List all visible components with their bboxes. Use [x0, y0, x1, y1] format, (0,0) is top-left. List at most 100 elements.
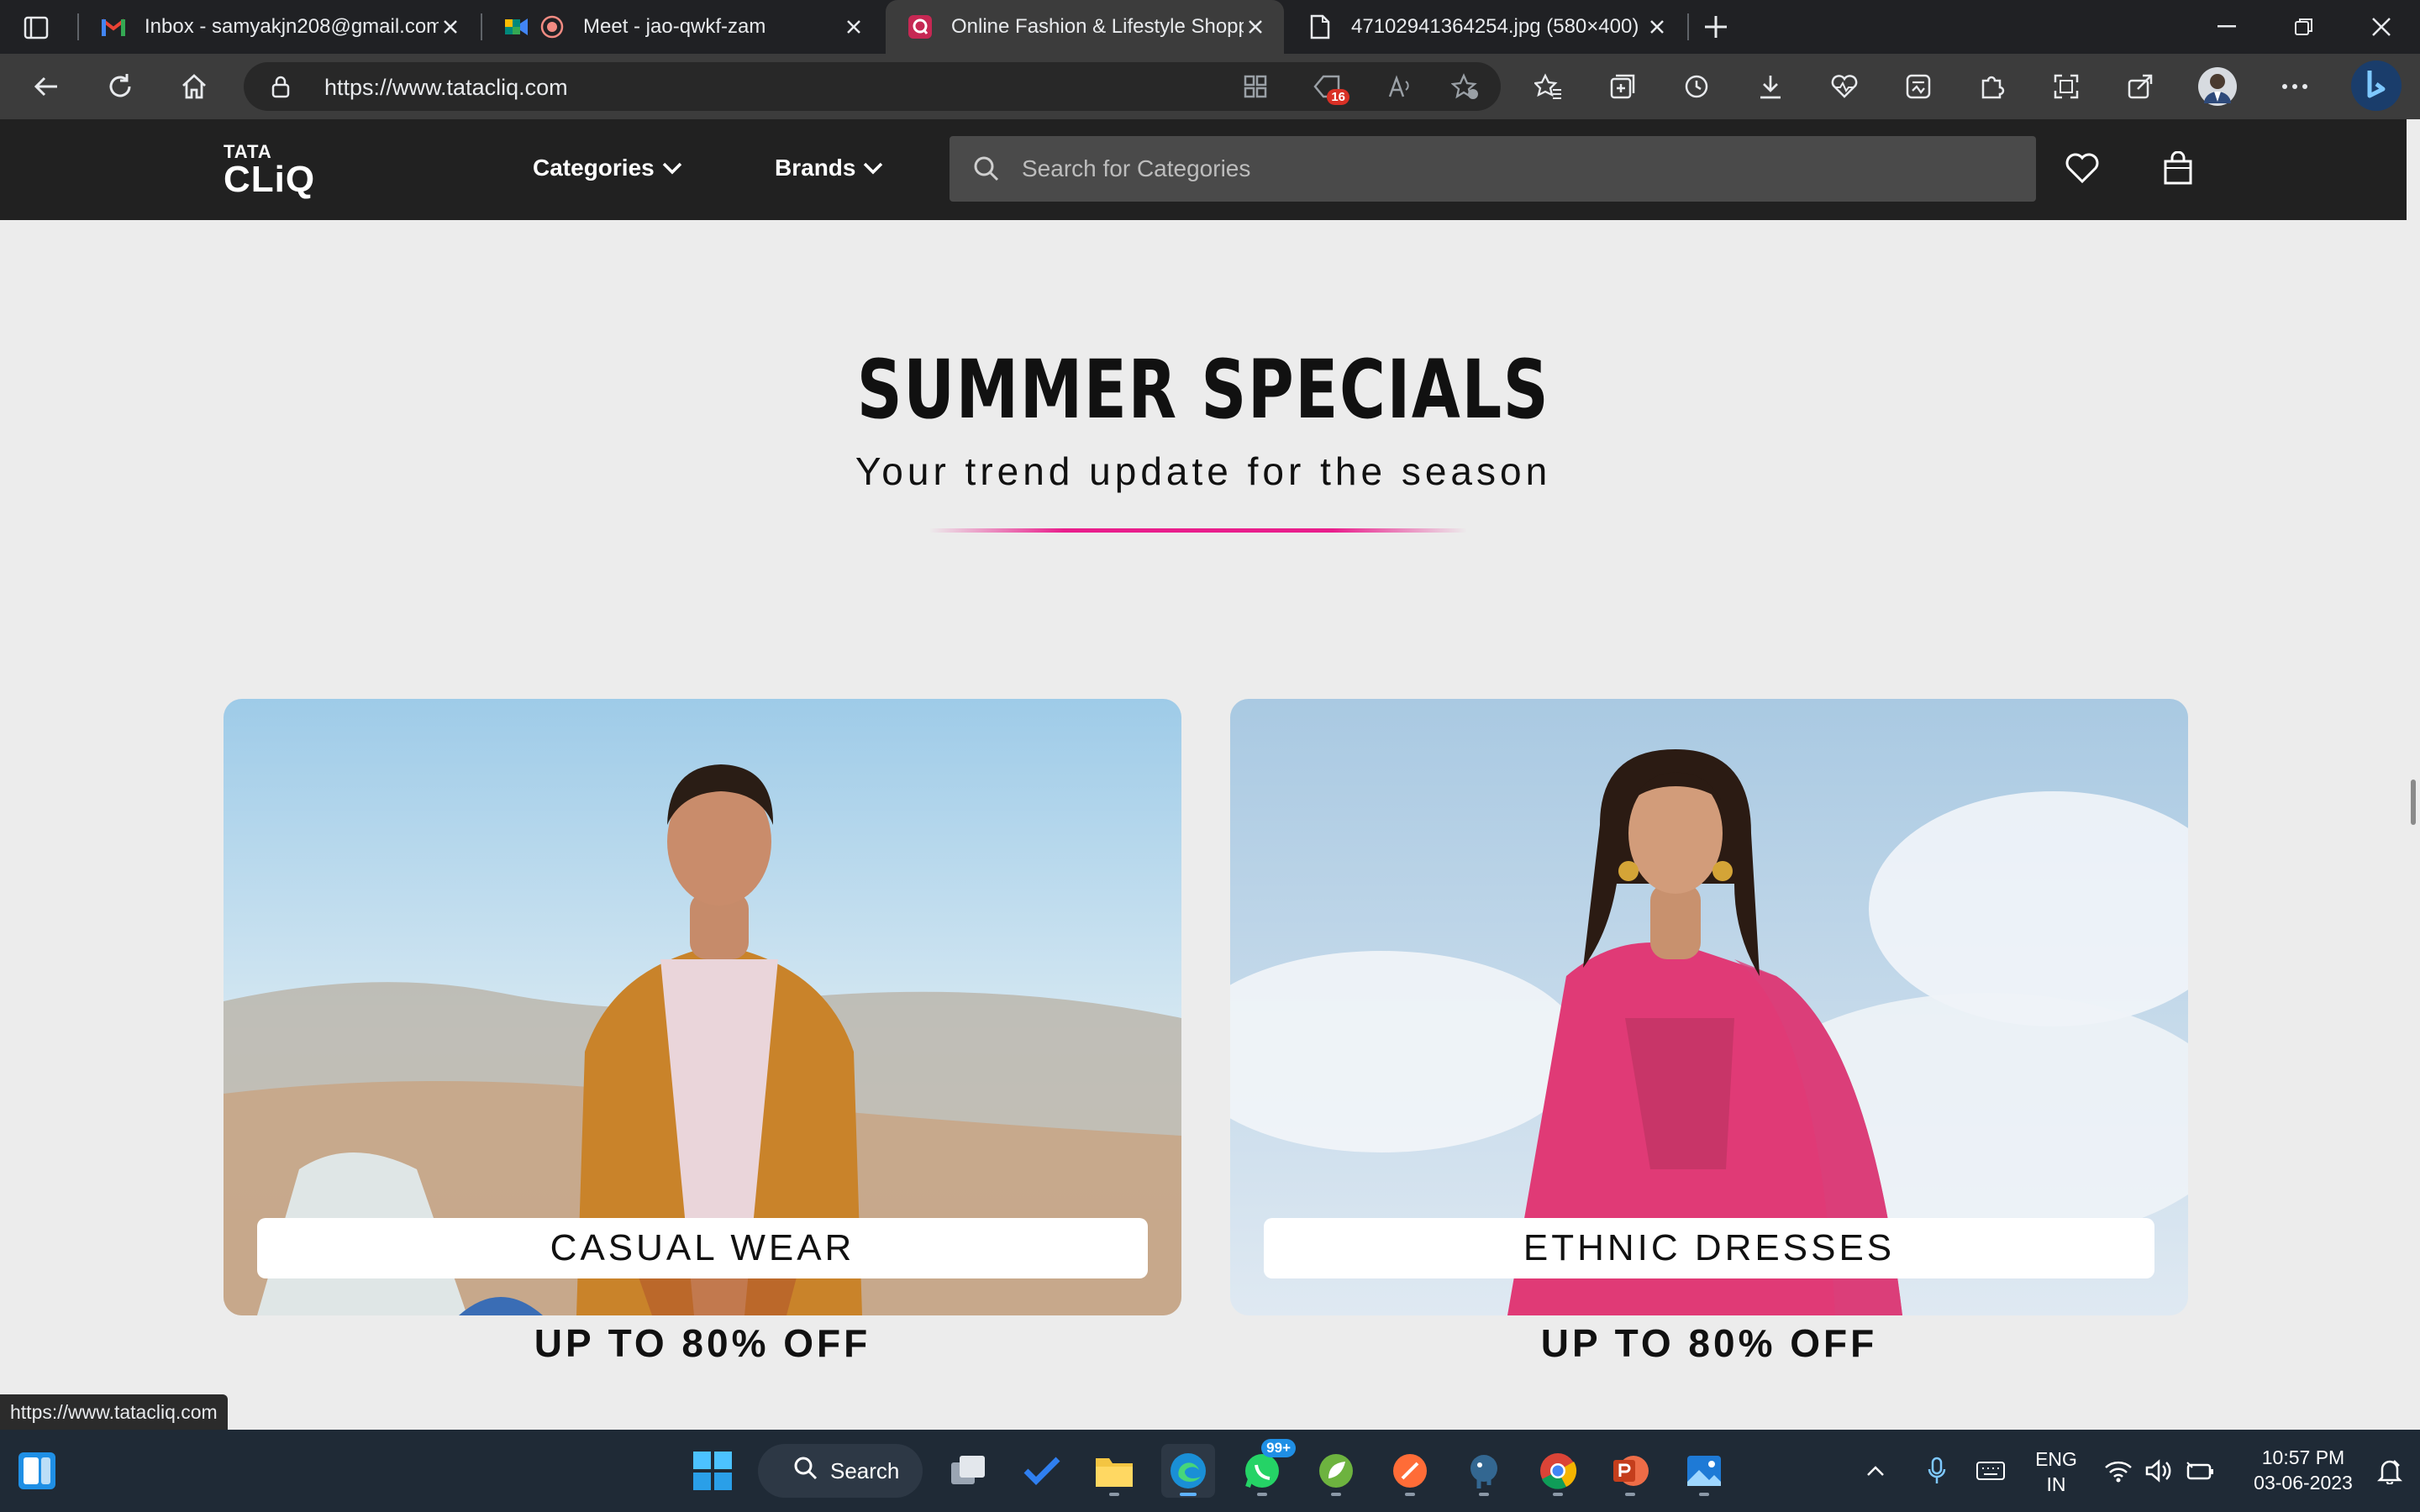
read-aloud-icon[interactable]: [1380, 66, 1420, 107]
favorites-icon[interactable]: [1528, 66, 1570, 108]
status-bar-url: https://www.tatacliq.com: [0, 1394, 228, 1430]
running-indicator: [1257, 1493, 1267, 1496]
start-button[interactable]: [686, 1444, 739, 1498]
tab-meet[interactable]: Meet - jao-qwkf-zam: [482, 0, 882, 54]
tab-actions-icon[interactable]: [22, 13, 50, 42]
page-scrollbar[interactable]: [2407, 119, 2420, 1430]
ethnic-dresses-card[interactable]: ETHNIC DRESSES: [1230, 699, 2188, 1315]
page-content: SUMMER SPECIALS Your trend update for th…: [0, 220, 2407, 1430]
edge-taskbar-icon[interactable]: [1161, 1444, 1215, 1498]
close-tab-icon[interactable]: [842, 15, 865, 39]
bing-chat-icon[interactable]: [2349, 59, 2403, 113]
google-meet-icon: [504, 14, 529, 39]
collections-badge: 16: [1327, 89, 1349, 105]
tab-title: 47102941364254.jpg (580×400): [1351, 15, 1639, 38]
home-button[interactable]: [173, 66, 215, 108]
chrome-icon[interactable]: [1531, 1444, 1585, 1498]
promo-title: SUMMER SPECIALS: [856, 343, 1550, 437]
casual-wear-card[interactable]: CASUAL WEAR: [224, 699, 1181, 1315]
close-tab-icon[interactable]: [439, 15, 462, 39]
screenshot-icon[interactable]: [2045, 66, 2087, 108]
todo-icon[interactable]: [1015, 1444, 1069, 1498]
browser-tab-strip: Inbox - samyakjn208@gmail.com Meet - jao…: [0, 0, 2420, 54]
clock-date: 03-06-2023: [2254, 1472, 2353, 1494]
tab-tatacliq[interactable]: Online Fashion & Lifestyle Shopping: [886, 0, 1284, 54]
extensions-icon[interactable]: [1971, 66, 2013, 108]
close-tab-icon[interactable]: [1645, 15, 1669, 39]
shopping-coupons-icon[interactable]: 16: [1307, 66, 1349, 107]
running-indicator: [1699, 1493, 1709, 1496]
task-view-icon[interactable]: [941, 1444, 995, 1498]
language-indicator[interactable]: ENG IN: [2027, 1446, 2086, 1497]
wishlist-heart-icon[interactable]: [2059, 144, 2106, 192]
running-indicator: [1479, 1493, 1489, 1496]
collections-icon[interactable]: [1602, 66, 1644, 108]
tab-gmail[interactable]: Inbox - samyakjn208@gmail.com: [79, 0, 479, 54]
search-input[interactable]: [1022, 136, 2013, 202]
language-line-2: IN: [2046, 1473, 2066, 1495]
history-icon[interactable]: [1676, 66, 1718, 108]
downloads-icon[interactable]: [1749, 66, 1791, 108]
battery-icon[interactable]: [2180, 1444, 2222, 1498]
new-tab-button[interactable]: [1699, 12, 1733, 42]
share-icon[interactable]: [2119, 66, 2161, 108]
chevron-down-icon: [862, 155, 884, 181]
shopping-bag-icon[interactable]: [2154, 144, 2202, 192]
tab-separator: [1687, 13, 1689, 40]
postgresql-icon[interactable]: [1457, 1444, 1511, 1498]
add-favorite-icon[interactable]: [1445, 66, 1486, 107]
show-hidden-icons-chevron-up-icon[interactable]: [1859, 1444, 1892, 1498]
search-icon: [971, 154, 1002, 188]
active-indicator: [1180, 1493, 1197, 1496]
powerpoint-icon[interactable]: [1603, 1444, 1657, 1498]
language-line-1: ENG: [2035, 1448, 2077, 1470]
tab-title: Online Fashion & Lifestyle Shopping: [951, 15, 1244, 38]
whatsapp-icon[interactable]: 99+: [1235, 1439, 1296, 1498]
refresh-button[interactable]: [99, 66, 141, 108]
spring-tool-icon[interactable]: [1309, 1444, 1363, 1498]
casual-wear-offer[interactable]: UP TO 80% OFF: [224, 1320, 1181, 1366]
tatacliq-logo[interactable]: TATA CLiQ: [224, 141, 324, 200]
search-bar[interactable]: [950, 136, 2036, 202]
restore-button[interactable]: [2265, 0, 2343, 54]
more-options-icon[interactable]: [2274, 66, 2316, 108]
wifi-icon[interactable]: [2097, 1444, 2139, 1498]
file-explorer-icon[interactable]: [1087, 1444, 1141, 1498]
recording-icon: [539, 14, 565, 39]
tab-title: Meet - jao-qwkf-zam: [583, 15, 766, 38]
notification-bell-icon[interactable]: [2366, 1444, 2413, 1498]
minimize-button[interactable]: [2188, 0, 2265, 54]
lock-icon[interactable]: [269, 74, 292, 103]
logo-bottom-text: CLiQ: [224, 159, 316, 200]
close-window-button[interactable]: [2343, 0, 2420, 54]
performance-icon[interactable]: [1823, 66, 1865, 108]
search-icon: [793, 1456, 818, 1487]
site-header: TATA CLiQ Categories Brands: [0, 119, 2407, 220]
ethnic-dresses-offer[interactable]: UP TO 80% OFF: [1230, 1320, 2188, 1366]
volume-icon[interactable]: [2138, 1444, 2180, 1498]
keyboard-icon[interactable]: [1970, 1444, 2012, 1498]
scrollbar-thumb[interactable]: [2411, 780, 2416, 825]
clock[interactable]: 10:57 PM 03-06-2023: [2240, 1445, 2366, 1495]
tatacliq-icon: [908, 14, 933, 39]
photos-icon[interactable]: [1677, 1444, 1731, 1498]
windows-taskbar: Search 99+ ENG IN 10:57 PM 03-06-2023: [0, 1430, 2420, 1512]
profile-avatar[interactable]: [2196, 66, 2238, 108]
ethnic-dresses-label: ETHNIC DRESSES: [1264, 1218, 2154, 1278]
taskbar-search[interactable]: Search: [758, 1444, 923, 1498]
categories-menu[interactable]: Categories: [533, 155, 683, 181]
app-available-icon[interactable]: [1235, 66, 1276, 107]
widgets-icon[interactable]: [10, 1444, 64, 1498]
close-tab-icon[interactable]: [1244, 15, 1267, 39]
brands-menu[interactable]: Brands: [775, 155, 884, 181]
chevron-down-icon: [661, 155, 683, 181]
back-button[interactable]: [25, 66, 67, 108]
postman-icon[interactable]: [1383, 1444, 1437, 1498]
address-bar[interactable]: https://www.tatacliq.com 16: [244, 62, 1501, 111]
microphone-icon[interactable]: [1916, 1444, 1958, 1498]
brands-label: Brands: [775, 155, 856, 181]
math-solver-icon[interactable]: [1897, 66, 1939, 108]
address-url[interactable]: https://www.tatacliq.com: [324, 75, 568, 101]
tab-image-file[interactable]: 47102941364254.jpg (580×400): [1286, 0, 1686, 54]
running-indicator: [1553, 1493, 1563, 1496]
